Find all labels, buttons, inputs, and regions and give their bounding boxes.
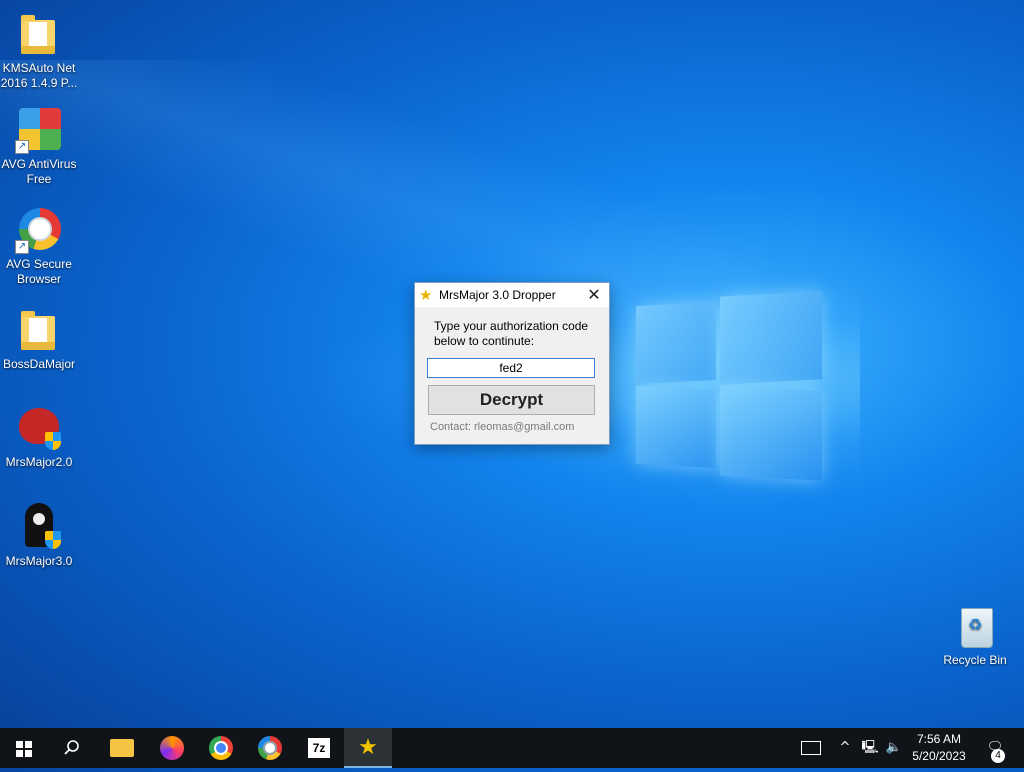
volume-button[interactable]: 🔈 xyxy=(883,728,905,768)
taskbar-7zip[interactable]: 7z xyxy=(295,728,343,768)
news-icon xyxy=(801,740,821,755)
show-hidden-icons-button[interactable]: ^ xyxy=(835,728,855,768)
desktop-icon-mrsmajor3[interactable]: MrsMajor3.0 xyxy=(0,503,78,569)
network-button[interactable]: 🖳 xyxy=(858,728,882,768)
desktop-icon-recycle-bin[interactable]: Recycle Bin xyxy=(936,602,1014,668)
clock-date: 5/20/2023 xyxy=(912,749,966,763)
taskbar-firefox[interactable] xyxy=(148,728,196,768)
chrome-icon xyxy=(209,736,233,760)
notification-count-badge: 4 xyxy=(991,749,1005,763)
authorization-prompt: Type your authorization code below to co… xyxy=(434,319,589,348)
shortcut-arrow-icon: ↗ xyxy=(15,140,29,154)
7zip-icon: 7z xyxy=(308,738,330,758)
folder-icon xyxy=(21,311,55,350)
clock-time: 7:56 AM xyxy=(916,732,962,746)
dialog-title: MrsMajor 3.0 Dropper xyxy=(439,288,556,302)
taskbar-file-explorer[interactable] xyxy=(98,728,146,768)
news-widget-button[interactable] xyxy=(795,728,827,768)
shortcut-arrow-icon: ↗ xyxy=(15,240,29,254)
start-button[interactable] xyxy=(0,728,48,768)
desktop-icon-label: AVG AntiVirus Free xyxy=(1,157,77,186)
star-icon: ★ xyxy=(358,735,378,760)
desktop-icon-mrsmajor2[interactable]: MrsMajor2.0 xyxy=(0,404,78,470)
dropper-dialog: ★ MrsMajor 3.0 Dropper ✕ Type your autho… xyxy=(414,282,610,445)
dialog-titlebar[interactable]: ★ MrsMajor 3.0 Dropper ✕ xyxy=(415,283,609,307)
desktop-icon-avg-secure-browser[interactable]: ↗ AVG Secure Browser xyxy=(0,206,78,287)
network-icon: 🖳 xyxy=(861,740,879,755)
contact-label: Contact: rleomas@gmail.com xyxy=(430,421,575,433)
desktop-icon-label: MrsMajor3.0 xyxy=(5,554,73,568)
star-icon: ★ xyxy=(419,286,433,304)
close-button[interactable]: ✕ xyxy=(579,283,609,307)
taskbar: 7z ★ ^ 🖳 🔈 7:56 AM 5/20/2023 🗨 xyxy=(0,728,1024,768)
desktop-icon-label: Recycle Bin xyxy=(943,653,1007,667)
desktop-icon-label: KMSAuto Net 2016 1.4.9 P... xyxy=(0,61,78,90)
recycle-bin-icon xyxy=(961,608,993,648)
volume-muted-icon: 🔈 xyxy=(885,740,903,755)
wallpaper-windows-logo xyxy=(636,290,822,481)
search-button[interactable] xyxy=(48,728,96,768)
decrypt-button[interactable]: Decrypt xyxy=(428,385,595,415)
folder-icon xyxy=(21,15,55,54)
search-icon xyxy=(64,740,79,755)
desktop-icon-label: AVG Secure Browser xyxy=(6,257,72,286)
taskbar-avg-browser[interactable] xyxy=(246,728,294,768)
avg-browser-icon xyxy=(258,736,282,760)
desktop-icon-avg-antivirus[interactable]: ↗ AVG AntiVirus Free xyxy=(0,106,78,187)
desktop-icon-label: MrsMajor2.0 xyxy=(5,455,73,469)
taskbar-chrome[interactable] xyxy=(197,728,245,768)
desktop-icon-label: BossDaMajor xyxy=(2,357,76,371)
firefox-icon xyxy=(160,736,184,760)
desktop-icon-bossdamajor[interactable]: BossDaMajor xyxy=(0,306,78,372)
uac-shield-icon xyxy=(45,531,61,549)
folder-icon xyxy=(110,739,134,757)
desktop-icon-kmsauto[interactable]: KMSAuto Net 2016 1.4.9 P... xyxy=(0,10,78,91)
taskbar-mrsmajor-dropper[interactable]: ★ xyxy=(344,728,392,768)
chevron-up-icon: ^ xyxy=(839,740,851,755)
windows-start-icon xyxy=(16,741,32,757)
authorization-code-input[interactable] xyxy=(427,358,595,378)
taskbar-clock[interactable]: 7:56 AM 5/20/2023 xyxy=(903,731,975,765)
uac-shield-icon xyxy=(45,432,61,450)
